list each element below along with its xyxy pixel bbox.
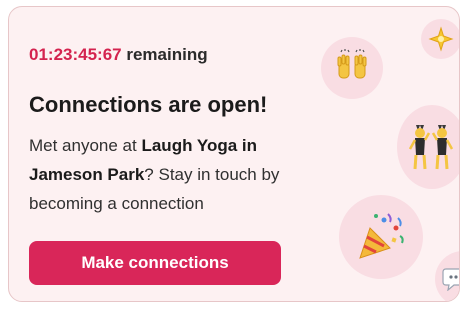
sparkle-bubble [421,19,459,59]
card-title: Connections are open! [29,92,268,117]
message-prefix: Met anyone at [29,136,142,155]
dancing-people-bubble [397,105,459,189]
countdown-timer: 01:23:45:67 [29,45,122,64]
countdown-text: 01:23:45:67 remaining [29,45,208,65]
make-connections-button[interactable]: Make connections [29,241,281,285]
speech-bubble-icon [442,267,459,291]
sparkle-icon [428,26,454,52]
raising-hands-icon [332,48,372,88]
speech-bubble-bubble [435,251,459,301]
dancing-people-icon [409,121,455,173]
party-popper-icon [354,210,408,264]
connections-card: 01:23:45:67 remaining Connections are op… [8,6,460,302]
countdown-suffix: remaining [121,45,208,64]
raising-hands-bubble [321,37,383,99]
party-popper-bubble [339,195,423,279]
card-message: Met anyone at Laugh Yoga in Jameson Park… [29,131,329,218]
